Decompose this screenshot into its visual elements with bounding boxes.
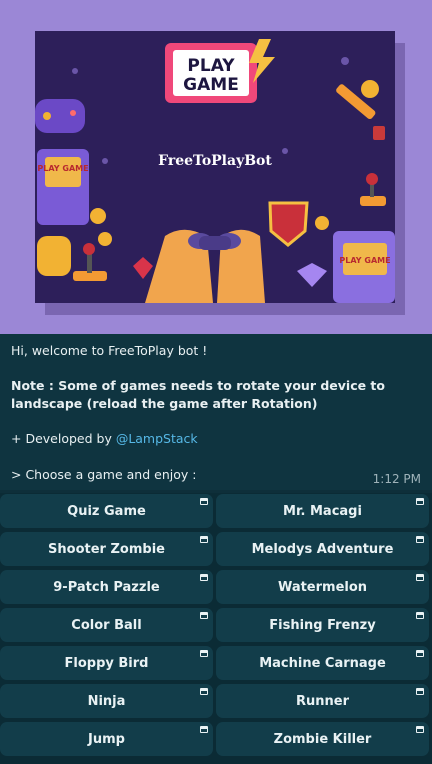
developer-link[interactable]: @LampStack xyxy=(116,431,198,446)
web-app-icon xyxy=(200,650,208,657)
game-button-label: Color Ball xyxy=(71,617,142,633)
poster-illustration: PLAY GAME PLAY GAME PLAY GAME FreeToPlay… xyxy=(35,39,395,303)
message-time: 1:12 PM xyxy=(372,472,421,486)
web-app-icon xyxy=(416,650,424,657)
bot-message: Hi, welcome to FreeToPlay bot ! Note : S… xyxy=(0,334,432,490)
right-screen-text: PLAY GAME xyxy=(339,256,390,265)
game-button-label: Machine Carnage xyxy=(259,655,386,671)
choose-text: > Choose a game and enjoy : xyxy=(11,467,197,482)
game-button[interactable]: Mr. Macagi xyxy=(216,494,429,528)
game-button[interactable]: Zombie Killer xyxy=(216,722,429,756)
game-button-label: Quiz Game xyxy=(67,503,146,519)
web-app-icon xyxy=(200,536,208,543)
web-app-icon xyxy=(200,726,208,733)
inline-keyboard: Quiz Game Mr. Macagi Shooter Zombie Melodys… xyxy=(0,493,432,764)
developed-prefix: + Developed by xyxy=(11,431,116,446)
game-button-label: Zombie Killer xyxy=(273,731,372,747)
game-button-label: Shooter Zombie xyxy=(48,541,165,557)
note-text: Note : Some of games needs to rotate you… xyxy=(11,378,385,411)
game-button[interactable]: Shooter Zombie xyxy=(0,532,213,566)
game-button[interactable]: Quiz Game xyxy=(0,494,213,528)
greeting-text: Hi, welcome to FreeToPlay bot ! xyxy=(11,343,208,358)
web-app-icon xyxy=(200,688,208,695)
developed-line: + Developed by @LampStack xyxy=(11,430,198,448)
web-app-icon xyxy=(416,536,424,543)
game-button[interactable]: Jump xyxy=(0,722,213,756)
brand-text: FreeToPlayBot xyxy=(158,153,272,169)
web-app-icon xyxy=(416,574,424,581)
title-line-1: PLAY xyxy=(187,56,235,76)
game-button-label: Watermelon xyxy=(277,579,368,595)
web-app-icon xyxy=(416,612,424,619)
poster: PLAY GAME PLAY GAME PLAY GAME FreeToPlay… xyxy=(35,31,395,303)
web-app-icon xyxy=(416,726,424,733)
game-button-label: Melodys Adventure xyxy=(251,541,394,557)
title-line-2: GAME xyxy=(183,75,239,95)
game-button-label: 9-Patch Pazzle xyxy=(53,579,160,595)
game-button[interactable]: Color Ball xyxy=(0,608,213,642)
game-button[interactable]: Runner xyxy=(216,684,429,718)
game-button-label: Mr. Macagi xyxy=(283,503,362,519)
game-button[interactable]: Ninja xyxy=(0,684,213,718)
game-button[interactable]: Fishing Frenzy xyxy=(216,608,429,642)
game-button[interactable]: Floppy Bird xyxy=(0,646,213,680)
web-app-icon xyxy=(416,688,424,695)
web-app-icon xyxy=(200,612,208,619)
web-app-icon xyxy=(200,498,208,505)
web-app-icon xyxy=(416,498,424,505)
left-screen-text: PLAY GAME xyxy=(37,164,88,173)
game-button-label: Jump xyxy=(88,731,125,747)
game-button[interactable]: Melodys Adventure xyxy=(216,532,429,566)
game-button-label: Fishing Frenzy xyxy=(269,617,376,633)
game-button[interactable]: 9-Patch Pazzle xyxy=(0,570,213,604)
game-button[interactable]: Watermelon xyxy=(216,570,429,604)
game-button-label: Runner xyxy=(295,693,349,709)
game-button-label: Floppy Bird xyxy=(64,655,149,671)
banner-image[interactable]: PLAY GAME PLAY GAME PLAY GAME FreeToPlay… xyxy=(0,0,432,334)
game-button-label: Ninja xyxy=(87,693,126,709)
game-button[interactable]: Machine Carnage xyxy=(216,646,429,680)
web-app-icon xyxy=(200,574,208,581)
